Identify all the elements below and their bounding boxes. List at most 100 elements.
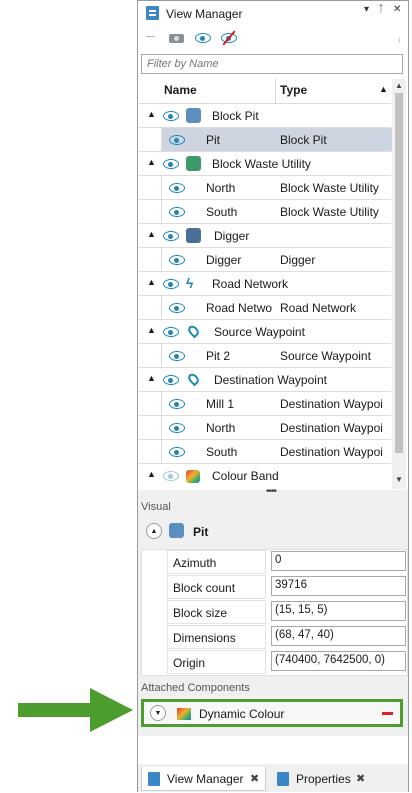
eye-icon[interactable] <box>169 447 185 457</box>
camera-icon[interactable] <box>168 30 186 46</box>
table-row[interactable]: Road Netwo Road Network <box>139 296 391 320</box>
pin-icon[interactable]: ᛏ <box>378 4 384 15</box>
group-row-block-waste-utility[interactable]: ▲ Block Waste Utility <box>139 152 391 176</box>
group-row-colour-band[interactable]: ▲ Colour Band <box>139 464 391 488</box>
row-name: Digger <box>206 253 242 267</box>
expand-toggle-icon[interactable]: ▲ <box>147 157 156 167</box>
overflow-icon[interactable]: ⁝ <box>398 36 401 45</box>
expand-toggle-icon[interactable]: ▲ <box>147 229 156 239</box>
property-value-field[interactable]: (15, 15, 5) <box>271 601 406 621</box>
property-value-field[interactable]: 0 <box>271 551 406 571</box>
table-row[interactable]: North Block Waste Utility <box>139 176 391 200</box>
group-row-road-network[interactable]: ▲ ϟ Road Network <box>139 272 391 296</box>
view-manager-panel: View Manager ▾ ᛏ ✕ ⁝ Name Type ▲ <box>137 0 409 792</box>
group-row-digger[interactable]: ▲ Digger <box>139 224 391 248</box>
attached-component-row[interactable]: ▼ Dynamic Colour <box>141 699 403 727</box>
eye-icon[interactable] <box>163 159 179 169</box>
scroll-down-icon[interactable]: ▼ <box>395 475 403 484</box>
row-name: Pit 2 <box>206 349 231 363</box>
callout-arrow-shaft <box>18 703 92 717</box>
group-label: Road Network <box>212 277 289 291</box>
scroll-thumb[interactable] <box>395 93 403 453</box>
property-row-origin: Origin (740400, 7642500, 0) <box>167 650 407 674</box>
table-row[interactable]: North Destination Waypoi <box>139 416 391 440</box>
eye-icon[interactable] <box>163 327 179 337</box>
table-row[interactable]: Digger Digger <box>139 248 391 272</box>
expand-toggle-icon[interactable]: ▲ <box>147 325 156 335</box>
property-row-block-count: Block count 39716 <box>167 575 407 599</box>
property-label: Origin <box>167 650 266 674</box>
table-row-selected[interactable]: Pit Block Pit <box>139 128 392 152</box>
column-name-header[interactable]: Name <box>164 83 197 97</box>
group-label: Destination Waypoint <box>214 373 327 387</box>
expand-toggle-icon[interactable]: ▲ <box>147 469 156 479</box>
grid-header: Name Type ▲ <box>139 78 391 104</box>
eye-icon[interactable] <box>163 111 179 121</box>
dropdown-icon[interactable]: ▾ <box>364 4 369 15</box>
eye-icon[interactable] <box>163 375 179 385</box>
group-row-destination-waypoint[interactable]: ▲ Destination Waypoint <box>139 368 391 392</box>
filter-input[interactable] <box>141 54 403 74</box>
expand-toggle-icon[interactable]: ▲ <box>147 373 156 383</box>
remove-component-icon[interactable] <box>382 712 393 715</box>
group-row-source-waypoint[interactable]: ▲ Source Waypoint <box>139 320 391 344</box>
column-type-header[interactable]: Type <box>280 83 307 97</box>
eye-icon[interactable] <box>194 30 212 46</box>
eye-icon[interactable] <box>169 183 185 193</box>
tab-close-icon[interactable]: ✖ <box>250 772 259 785</box>
table-row[interactable]: Mill 1 Destination Waypoi <box>139 392 391 416</box>
eye-icon[interactable] <box>169 303 185 313</box>
eye-off-icon[interactable] <box>220 30 238 46</box>
eye-icon[interactable] <box>169 423 185 433</box>
collapse-icon[interactable]: ▲ <box>146 523 162 539</box>
table-row[interactable]: Pit 2 Source Waypoint <box>139 344 391 368</box>
property-value-field[interactable]: 39716 <box>271 576 406 596</box>
property-value-field[interactable]: (68, 47, 40) <box>271 626 406 646</box>
property-label: Block count <box>167 575 266 599</box>
waypoint-pin-icon <box>186 323 201 339</box>
view-tree-grid: Name Type ▲ ▲ Block Pit Pit Block Pit ▲ <box>139 78 406 490</box>
tab-close-icon[interactable]: ✖ <box>356 772 365 785</box>
property-row-azimuth: Azimuth 0 <box>167 550 407 574</box>
close-icon[interactable]: ✕ <box>393 4 401 15</box>
eye-icon[interactable] <box>169 207 185 217</box>
group-label: Digger <box>214 229 250 243</box>
road-network-icon: ϟ <box>186 275 194 291</box>
row-name: South <box>206 445 238 459</box>
minus-icon[interactable] <box>146 36 155 37</box>
callout-arrow-icon <box>90 688 133 732</box>
property-row-block-size: Block size (15, 15, 5) <box>167 600 407 624</box>
colour-band-icon <box>186 470 200 483</box>
group-row-block-pit[interactable]: ▲ Block Pit <box>139 104 391 128</box>
tab-properties[interactable]: Properties ✖ <box>271 767 371 791</box>
row-name: Mill 1 <box>206 397 235 411</box>
eye-icon[interactable] <box>169 399 185 409</box>
eye-icon[interactable] <box>169 255 185 265</box>
property-label: Block size <box>167 600 266 624</box>
sort-up-icon[interactable]: ▲ <box>379 84 388 94</box>
vertical-scrollbar[interactable]: ▲ ▼ <box>392 79 406 489</box>
eye-icon[interactable] <box>163 231 179 241</box>
panel-titlebar: View Manager ▾ ᛏ ✕ <box>138 1 408 26</box>
attached-component-name: Dynamic Colour <box>199 707 285 721</box>
tab-view-manager[interactable]: View Manager ✖ <box>141 767 266 791</box>
scroll-up-icon[interactable]: ▲ <box>395 81 403 90</box>
view-manager-tab-icon <box>148 772 160 786</box>
property-value-field[interactable]: (740400, 7642500, 0) <box>271 651 406 671</box>
table-row[interactable]: South Block Waste Utility <box>139 200 391 224</box>
expand-toggle-icon[interactable]: ▲ <box>147 277 156 287</box>
eye-icon[interactable] <box>163 471 179 481</box>
row-name: Pit <box>206 133 221 147</box>
group-label: Block Waste Utility <box>212 157 311 171</box>
expand-toggle-icon[interactable]: ▲ <box>147 109 156 119</box>
property-row-dimensions: Dimensions (68, 47, 40) <box>167 625 407 649</box>
row-type: Destination Waypoi <box>280 397 383 411</box>
eye-icon[interactable] <box>169 135 185 145</box>
expand-icon[interactable]: ▼ <box>150 705 166 721</box>
dynamic-colour-icon <box>177 708 191 720</box>
panel-title: View Manager <box>166 7 243 21</box>
eye-icon[interactable] <box>169 351 185 361</box>
table-row[interactable]: South Destination Waypoi <box>139 440 391 464</box>
group-label: Source Waypoint <box>214 325 305 339</box>
eye-icon[interactable] <box>163 279 179 289</box>
